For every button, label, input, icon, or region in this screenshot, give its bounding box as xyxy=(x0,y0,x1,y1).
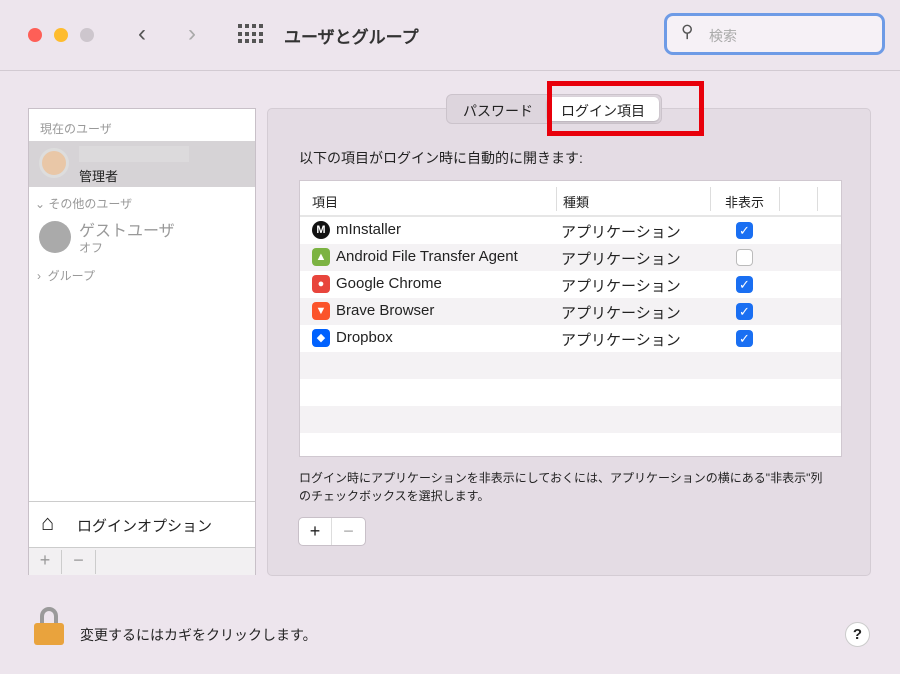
hide-checkbox[interactable] xyxy=(736,249,753,266)
remove-login-item-button[interactable]: − xyxy=(332,518,365,545)
empty-row xyxy=(300,406,841,433)
item-kind: アプリケーション xyxy=(561,305,681,322)
help-button[interactable]: ? xyxy=(845,622,870,647)
chevron-down-icon: ⌄ xyxy=(35,197,46,211)
table-header: 項目 種類 非表示 xyxy=(300,181,841,217)
hide-checkbox[interactable]: ✓ xyxy=(736,276,753,293)
table-row[interactable]: M mInstaller アプリケーション ✓ xyxy=(300,217,841,244)
guest-status: オフ xyxy=(79,241,104,255)
house-icon: ⌂ xyxy=(41,510,55,535)
chrome-icon: ● xyxy=(312,275,330,293)
window-title: ユーザとグループ xyxy=(284,28,419,47)
add-user-button[interactable]: + xyxy=(29,550,62,574)
hide-checkbox[interactable]: ✓ xyxy=(736,330,753,347)
search-input[interactable]: ⚲ 検索 xyxy=(664,13,885,55)
item-kind: アプリケーション xyxy=(561,251,681,268)
table-row[interactable]: ▼ Brave Browser アプリケーション ✓ xyxy=(300,298,841,325)
item-name: Dropbox xyxy=(336,329,393,346)
guest-user-item[interactable]: ゲストユーザ オフ xyxy=(29,217,255,259)
item-kind: アプリケーション xyxy=(561,278,681,295)
forward-icon[interactable]: › xyxy=(188,20,196,48)
zoom-button[interactable] xyxy=(80,28,94,42)
brave-icon: ▼ xyxy=(312,302,330,320)
lock-icon[interactable] xyxy=(34,607,64,647)
lock-text: 変更するにはカギをクリックします。 xyxy=(80,627,317,643)
avatar xyxy=(39,148,69,178)
item-kind: アプリケーション xyxy=(561,224,681,241)
remove-user-button[interactable]: − xyxy=(62,550,96,574)
sidebar-toolbar: + − xyxy=(29,547,255,575)
user-role: 管理者 xyxy=(79,169,119,184)
groups-label: グループ xyxy=(47,269,95,283)
table-row[interactable]: ◆ Dropbox アプリケーション ✓ xyxy=(300,325,841,352)
minstaller-icon: M xyxy=(312,221,330,239)
user-name-redacted xyxy=(79,146,189,162)
item-name: mInstaller xyxy=(336,221,402,238)
guest-name: ゲストユーザ xyxy=(79,223,175,240)
hide-checkbox[interactable]: ✓ xyxy=(736,222,753,239)
column-header-hidden[interactable]: 非表示 xyxy=(710,187,780,211)
highlight-annotation xyxy=(547,81,704,136)
table-row[interactable]: ▲ Android File Transfer Agent アプリケーション xyxy=(300,244,841,271)
groups-toggle[interactable]: › グループ xyxy=(37,267,95,284)
current-users-label: 現在のユーザ xyxy=(40,122,112,136)
back-icon[interactable]: ‹ xyxy=(138,20,146,48)
other-users-label: その他のユーザ xyxy=(48,197,133,211)
android-icon: ▲ xyxy=(312,248,330,266)
user-sidebar: 現在のユーザ 管理者 ⌄ その他のユーザ ゲストユーザ オフ › グループ ⌂ … xyxy=(28,108,256,575)
item-name: Android File Transfer Agent xyxy=(336,248,518,265)
minimize-button[interactable] xyxy=(54,28,68,42)
show-all-icon[interactable] xyxy=(238,24,263,44)
other-users-toggle[interactable]: ⌄ その他のユーザ xyxy=(35,195,132,212)
item-name: Brave Browser xyxy=(336,302,435,319)
empty-row xyxy=(300,352,841,379)
login-options-label: ログインオプション xyxy=(77,518,213,535)
login-items-toolbar: + − xyxy=(298,517,366,546)
hide-checkbox[interactable]: ✓ xyxy=(736,303,753,320)
toolbar: ‹ › ユーザとグループ ⚲ 検索 xyxy=(0,0,900,71)
dropbox-icon: ◆ xyxy=(312,329,330,347)
tab-password[interactable]: パスワード xyxy=(449,97,547,121)
column-header-kind[interactable]: 種類 xyxy=(556,187,595,211)
search-placeholder: 検索 xyxy=(709,28,737,44)
login-items-table: 項目 種類 非表示 M mInstaller アプリケーション ✓ ▲ Andro… xyxy=(299,180,842,457)
close-button[interactable] xyxy=(28,28,42,42)
table-row[interactable]: ● Google Chrome アプリケーション ✓ xyxy=(300,271,841,298)
search-icon: ⚲ xyxy=(681,22,694,41)
login-options-item[interactable]: ⌂ ログインオプション xyxy=(29,501,255,547)
column-header-item[interactable]: 項目 xyxy=(312,192,338,211)
hidden-note: ログイン時にアプリケーションを非表示にしておくには、アプリケーションの横にある"… xyxy=(299,471,823,503)
item-name: Google Chrome xyxy=(336,275,442,292)
add-login-item-button[interactable]: + xyxy=(299,518,332,545)
login-items-heading: 以下の項目がログイン時に自動的に開きます: xyxy=(299,150,583,166)
guest-avatar-icon xyxy=(39,221,71,253)
chevron-right-icon: › xyxy=(37,269,41,283)
item-kind: アプリケーション xyxy=(561,332,681,349)
current-user-item[interactable]: 管理者 xyxy=(29,141,255,187)
